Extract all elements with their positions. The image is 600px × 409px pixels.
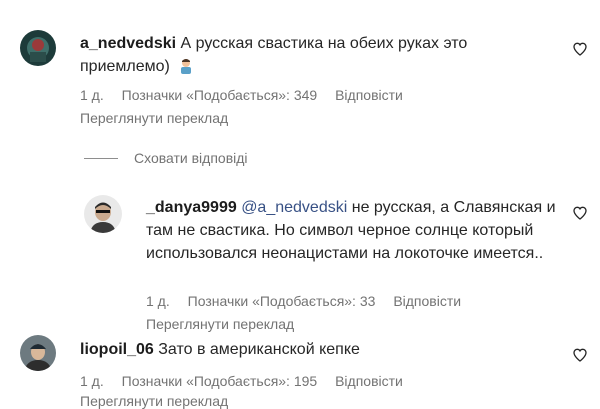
likes-count[interactable]: Позначки «Подобається»: 349 [122,87,318,103]
heart-outline-icon[interactable] [572,205,588,221]
person-shrugging-emoji-icon [178,58,194,81]
comment-username[interactable]: _danya9999 [146,199,237,216]
comment-text: _danya9999 @a_nedvedski не русская, а Сл… [146,196,556,265]
comment-meta: 1 д. Позначки «Подобається»: 195 Відпові… [80,373,417,389]
comment-time[interactable]: 1 д. [80,87,104,103]
divider-line [84,157,118,159]
reply-button[interactable]: Відповісти [335,87,403,103]
avatar[interactable] [84,195,122,233]
mention-link[interactable]: @a_nedvedski [241,199,347,216]
see-translation-link[interactable]: Переглянути переклад [146,316,294,332]
avatar[interactable] [20,30,56,66]
comment-text: a_nedvedski А русская свастика на обеих … [80,32,550,81]
reply-button[interactable]: Відповісти [393,293,461,309]
comment-meta: 1 д. Позначки «Подобається»: 33 Відповіс… [146,293,475,309]
see-translation-link[interactable]: Переглянути переклад [80,110,228,126]
see-translation-link[interactable]: Переглянути переклад [80,393,228,409]
hide-replies-label[interactable]: Сховати відповіді [134,150,248,166]
likes-count[interactable]: Позначки «Подобається»: 33 [188,293,376,309]
comment-text: liopoil_06 Зато в американской кепке [80,338,550,361]
comment-time[interactable]: 1 д. [80,373,104,389]
reply-button[interactable]: Відповісти [335,373,403,389]
comment-username[interactable]: a_nedvedski [80,35,176,52]
heart-outline-icon[interactable] [572,347,588,363]
comment-time[interactable]: 1 д. [146,293,170,309]
heart-outline-icon[interactable] [572,41,588,57]
avatar[interactable] [20,335,56,371]
comment-meta: 1 д. Позначки «Подобається»: 349 Відпові… [80,87,417,103]
hide-replies-toggle[interactable]: Сховати відповіді [84,150,248,166]
comment-body: Зато в американской кепке [158,341,360,358]
likes-count[interactable]: Позначки «Подобається»: 195 [122,373,318,389]
comment-username[interactable]: liopoil_06 [80,341,154,358]
